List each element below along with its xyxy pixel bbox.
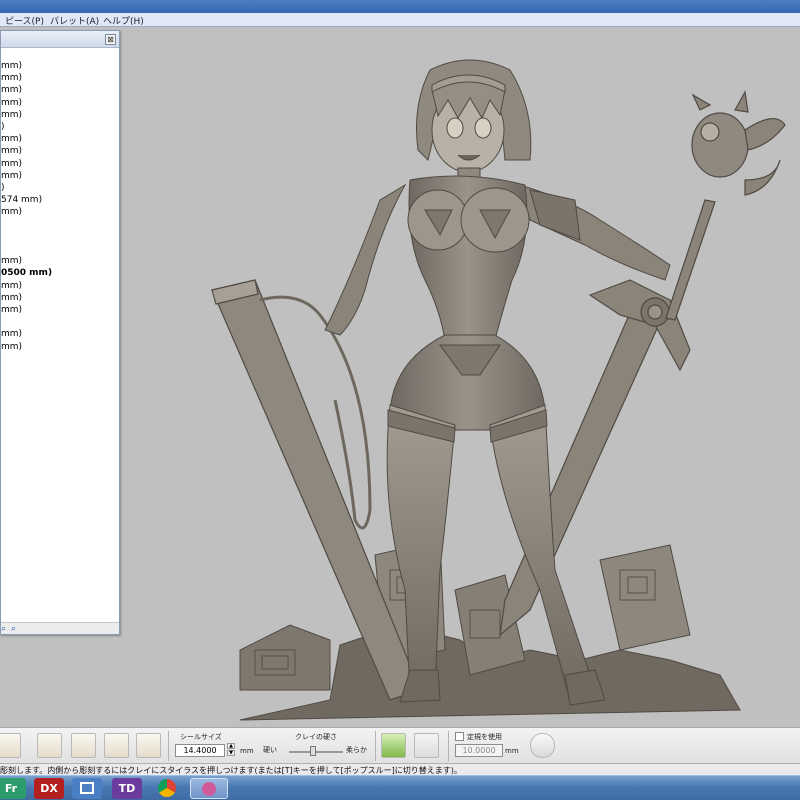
panel-property-line: mm) xyxy=(1,97,23,108)
panel-property-line: mm) xyxy=(1,73,23,84)
gnome-tool-button[interactable] xyxy=(530,733,555,758)
use-ruler-label: 定規を使用 xyxy=(467,733,502,741)
panel-property-line: mm) xyxy=(1,158,23,169)
windows-taskbar: Fr DX TD xyxy=(0,775,800,800)
seal-size-label: シールサイズ xyxy=(180,733,222,741)
seal-size-unit: mm xyxy=(240,747,254,755)
toolbar-divider xyxy=(168,731,169,761)
use-ruler-checkbox[interactable] xyxy=(455,732,464,741)
soft-label: 柔らか xyxy=(346,746,367,754)
sculpture-model[interactable] xyxy=(200,50,800,730)
panel-property-line: mm) xyxy=(1,292,23,303)
panel-property-line: mm) xyxy=(1,146,23,157)
panel-property-line: mm) xyxy=(1,329,23,340)
status-bar: 彫刻します。内側から彫刻するにはクレイにスタイラスを押しつけます(または[T]キ… xyxy=(0,763,800,775)
toolbar-divider xyxy=(448,731,449,761)
td-icon[interactable]: TD xyxy=(112,778,142,799)
panel-close-button[interactable]: ⊠ xyxy=(105,34,116,45)
staff xyxy=(665,90,786,321)
texture-tool-button[interactable] xyxy=(136,733,161,758)
panel-property-line: mm) xyxy=(1,109,23,120)
panel-property-line: mm) xyxy=(1,85,23,96)
seal-size-input[interactable]: 14.4000 xyxy=(175,744,225,757)
clay-hardness-slider-thumb[interactable] xyxy=(310,746,317,756)
toolbar-divider xyxy=(375,731,376,761)
menu-bar: ピース(P) パレット(A) ヘルプ(H) xyxy=(0,13,800,27)
panel-property-line: mm) xyxy=(1,61,23,71)
clay-tool-button[interactable] xyxy=(71,733,96,758)
hard-label: 硬い xyxy=(263,746,277,754)
spin-up-button[interactable]: ▲ xyxy=(227,743,235,749)
panel-property-line: mm) xyxy=(1,134,23,145)
panel-titlebar: ⊠ xyxy=(1,31,119,48)
dx-icon[interactable]: DX xyxy=(34,778,64,799)
panel-property-line: mm) xyxy=(1,305,23,315)
panel-property-line: mm) xyxy=(1,280,23,291)
panel-property-line: 574 mm) xyxy=(1,195,43,206)
clay-hardness-label: クレイの硬さ xyxy=(295,733,337,741)
window-app-icon[interactable] xyxy=(72,778,102,799)
menu-palette[interactable]: パレット(A) xyxy=(50,14,99,27)
panel-property-line: ) xyxy=(1,122,5,132)
worm-tool-button[interactable] xyxy=(381,733,406,758)
panel-footer: ⌕ ⌕ xyxy=(1,622,119,634)
freeform-icon[interactable] xyxy=(190,778,228,799)
clay-tool-button[interactable] xyxy=(37,733,62,758)
spin-down-button[interactable]: ▼ xyxy=(227,750,235,756)
clay-tool-button[interactable] xyxy=(0,733,21,758)
fireworks-icon[interactable]: Fr xyxy=(0,778,26,799)
panel-property-line: mm) xyxy=(1,341,23,352)
search-icon[interactable]: ⌕ xyxy=(1,624,6,634)
panel-property-line: ) xyxy=(1,183,5,193)
menu-help[interactable]: ヘルプ(H) xyxy=(103,14,144,27)
search-icon[interactable]: ⌕ xyxy=(11,624,16,634)
panel-property-line: mm) xyxy=(1,207,23,218)
clay-tool-button[interactable] xyxy=(104,733,129,758)
panel-property-line: mm) xyxy=(1,256,23,267)
window-titlebar: ピース(P) パレット(A) ヘルプ(H) xyxy=(0,0,800,27)
panel-property-line: mm) xyxy=(1,170,23,181)
ruler-value-input[interactable]: 10.0000 xyxy=(455,744,503,757)
bottom-toolbar: シールサイズ 14.4000 ▲ ▼ mm クレイの硬さ 硬い 柔らか 定規を使… xyxy=(0,727,800,763)
chrome-icon[interactable] xyxy=(152,778,182,799)
mirror-tool-button[interactable] xyxy=(414,733,439,758)
panel-property-line: 0500 mm) xyxy=(1,268,53,279)
base-rubble xyxy=(239,539,741,721)
properties-panel: ⊠ mm) mm) mm) mm) mm)) mm) mm) mm) mm)) 574 mm) mm… xyxy=(0,30,120,635)
ruler-unit: mm xyxy=(505,747,519,755)
menu-piece[interactable]: ピース(P) xyxy=(5,14,44,27)
